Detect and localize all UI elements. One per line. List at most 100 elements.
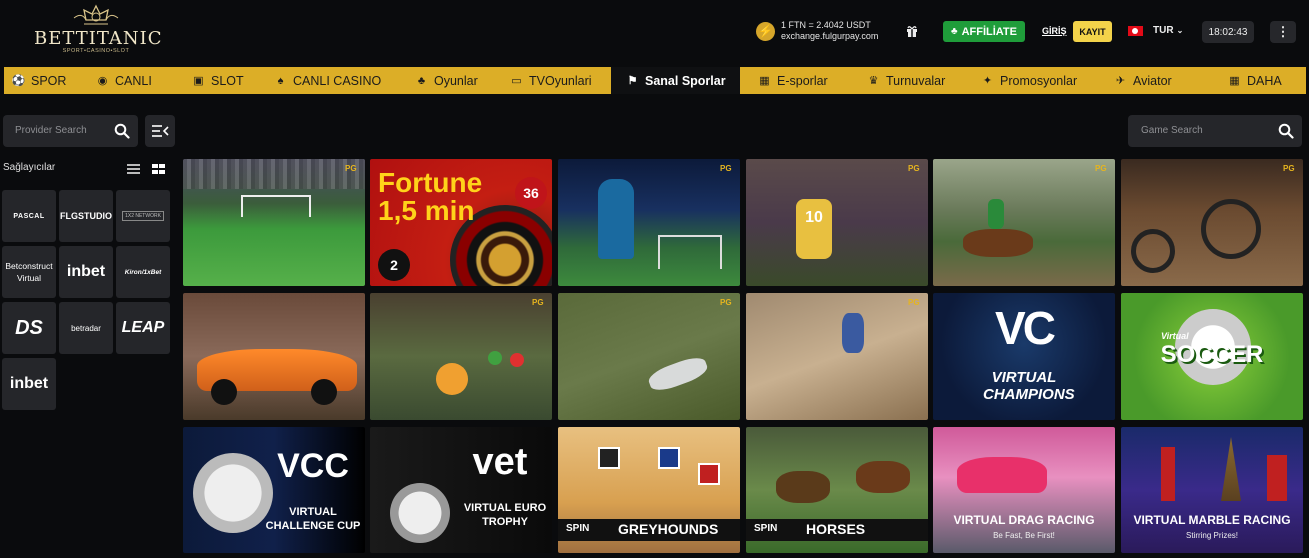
game-tile-car-race[interactable] — [183, 293, 365, 420]
provider-label: inbet — [9, 375, 49, 392]
marble-graphic — [488, 351, 502, 365]
nav-item-slot[interactable]: ▣ SLOT — [192, 67, 250, 94]
list-view-icon[interactable] — [127, 164, 140, 174]
nav-item-tvoyunlari[interactable]: ▭ TVOyunlari — [510, 67, 608, 94]
game-tile-virtual-soccer[interactable]: Virtual SOCCER — [1121, 293, 1303, 420]
game-tile-virtual-marble-racing[interactable]: VIRTUAL MARBLE RACING Stirring Prizes! — [1121, 427, 1303, 553]
filter-toggle-button[interactable] — [145, 115, 175, 147]
game-tile-cycling[interactable]: PG — [1121, 159, 1303, 286]
goal-graphic — [241, 195, 311, 217]
game-tile-virtual-euro-trophy[interactable]: vet VIRTUAL EURO TROPHY — [370, 427, 552, 553]
provider-tile-inbet[interactable]: inbet — [59, 246, 113, 298]
game-tile-virtual-drag-racing[interactable]: VIRTUAL DRAG RACING Be Fast, Be First! — [933, 427, 1115, 553]
register-button[interactable]: KAYIT — [1073, 21, 1112, 42]
game-tile-greyhound-track[interactable]: PG — [746, 293, 928, 420]
login-link[interactable]: GİRİŞ — [1042, 26, 1067, 36]
logo[interactable]: BETTITANIC SPORT•CASINO•SLOT — [34, 4, 161, 60]
game-tile-spin-horses[interactable]: SPIN HORSES — [746, 427, 928, 553]
provider-label: inbet — [66, 263, 106, 280]
provider-search-placeholder: Provider Search — [15, 125, 87, 136]
game-tile-virtual-challenge-cup[interactable]: VCC VIRTUAL CHALLENGE CUP — [183, 427, 365, 553]
game-title: VIRTUAL CHAMPIONS — [983, 369, 1075, 403]
trophy-icon: ♛ — [868, 75, 879, 87]
provider-tile-betconstruct-virtual[interactable]: Betconstruct Virtual — [2, 246, 56, 298]
dealer-icon: ♠ — [277, 74, 284, 87]
game-tile-soccer-kick[interactable]: PG — [558, 159, 740, 286]
crown-icon — [73, 4, 119, 25]
tower-graphic — [1161, 447, 1175, 501]
game-tile-spin-greyhounds[interactable]: SPIN GREYHOUNDS — [558, 427, 740, 553]
number-badge: 36 — [515, 177, 547, 209]
tv-icon: ▭ — [511, 75, 522, 87]
affiliate-icon: ♣ — [951, 26, 958, 37]
nav-item-turnuvalar[interactable]: ♛ Turnuvalar — [867, 67, 963, 94]
game-tile-penalty[interactable]: PG — [183, 159, 365, 286]
search-icon[interactable] — [114, 123, 130, 139]
provider-tile-ds[interactable]: DS — [2, 302, 56, 354]
provider-label: Kiron/1xBet — [124, 268, 162, 276]
game-tile-fortune[interactable]: Fortune 1,5 min 36 2 — [370, 159, 552, 286]
tagline: Be Fast, Be First! — [993, 531, 1055, 540]
provider-tile-flgstudio[interactable]: FLGSTUDIO — [59, 190, 113, 242]
gift-icon[interactable] — [906, 25, 918, 37]
nav-label: Aviator — [1133, 73, 1172, 88]
nav-label: Turnuvalar — [886, 73, 946, 88]
language-selector[interactable]: TUR ⌄ — [1128, 25, 1183, 36]
more-grid-icon: ▦ — [1229, 75, 1240, 87]
nav-item-daha[interactable]: ▦ DAHA — [1228, 67, 1298, 94]
nav-item-canli-casino[interactable]: ♠ CANLI CASINO — [274, 67, 390, 94]
game-tile-virtual-champions[interactable]: VC VIRTUAL CHAMPIONS — [933, 293, 1115, 420]
vcc-logo: VCC — [277, 447, 349, 485]
esports-icon: ▦ — [759, 75, 770, 87]
horse-graphic — [776, 471, 830, 503]
provider-label: DS — [15, 316, 43, 339]
game-title: VIRTUAL MARBLE RACING — [1133, 513, 1291, 527]
affiliate-button[interactable]: ♣ AFFİLİATE — [943, 21, 1025, 42]
games-icon: ♣ — [417, 74, 426, 87]
pg-badge-icon: PG — [908, 298, 920, 307]
game-search-input[interactable]: Game Search — [1128, 115, 1302, 147]
nav-label: Sanal Sporlar — [645, 73, 726, 88]
wheel-graphic — [211, 379, 237, 405]
ball-graphic — [390, 483, 450, 543]
plane-icon: ✈ — [1115, 75, 1126, 87]
phone-booth-graphic — [1267, 455, 1287, 501]
nav-item-e-sporlar[interactable]: ▦ E-sporlar — [758, 67, 848, 94]
game-title: HORSES — [806, 521, 866, 537]
dog-number-graphic — [698, 463, 720, 485]
provider-tile-leap[interactable]: LEAP — [116, 302, 170, 354]
search-icon[interactable] — [1278, 123, 1294, 139]
kebab-menu-button[interactable]: ⋮ — [1270, 21, 1296, 43]
nav-label: Oyunlar — [434, 73, 478, 88]
game-title: VIRTUAL EURO TROPHY — [463, 502, 547, 528]
game-title: Fortune 1,5 min — [378, 167, 483, 226]
wheel-graphic — [311, 379, 337, 405]
game-title: VIRTUAL CHALLENGE CUP — [265, 506, 361, 532]
nav-item-oyunlar[interactable]: ♣ Oyunlar — [415, 67, 495, 94]
game-title: SOCCER — [1160, 341, 1264, 368]
rate-value: 1 FTN = 2.4042 USDT — [781, 20, 871, 30]
nav-item-spor[interactable]: ⚽ SPOR — [12, 67, 74, 94]
provider-tile-1x2network[interactable]: 1X2 NETWORK — [116, 190, 170, 242]
game-tile-dog-run[interactable]: PG — [558, 293, 740, 420]
game-tile-horse-race[interactable]: PG — [933, 159, 1115, 286]
horse-graphic — [856, 461, 910, 493]
nav-item-promosyonlar[interactable]: ✦ Promosyonlar — [981, 67, 1093, 94]
provider-search-input[interactable]: Provider Search — [3, 115, 138, 147]
game-tile-player-ten[interactable]: 10 PG — [746, 159, 928, 286]
provider-tile-pascal[interactable]: PASCAL — [2, 190, 56, 242]
dog-graphic — [646, 353, 710, 395]
dog-graphic — [842, 313, 864, 353]
provider-tile-inbet-2[interactable]: inbet — [2, 358, 56, 410]
nav-item-aviator[interactable]: ✈ Aviator — [1114, 67, 1192, 94]
chevron-down-icon: ⌄ — [1176, 26, 1184, 35]
exchange-rate[interactable]: ⚡ 1 FTN = 2.4042 USDT exchange.fulgurpay… — [756, 20, 878, 42]
game-tile-marble-track[interactable]: PG — [370, 293, 552, 420]
player-graphic — [598, 179, 634, 259]
nav-item-canli[interactable]: ◉ CANLI — [96, 67, 166, 94]
grid-view-icon[interactable] — [152, 164, 165, 174]
number-ball: 2 — [378, 249, 410, 281]
provider-tile-betradar[interactable]: betradar — [59, 302, 113, 354]
nav-item-sanal-sporlar[interactable]: ⚑ Sanal Sporlar — [611, 67, 740, 94]
provider-tile-kiron[interactable]: Kiron/1xBet — [116, 246, 170, 298]
